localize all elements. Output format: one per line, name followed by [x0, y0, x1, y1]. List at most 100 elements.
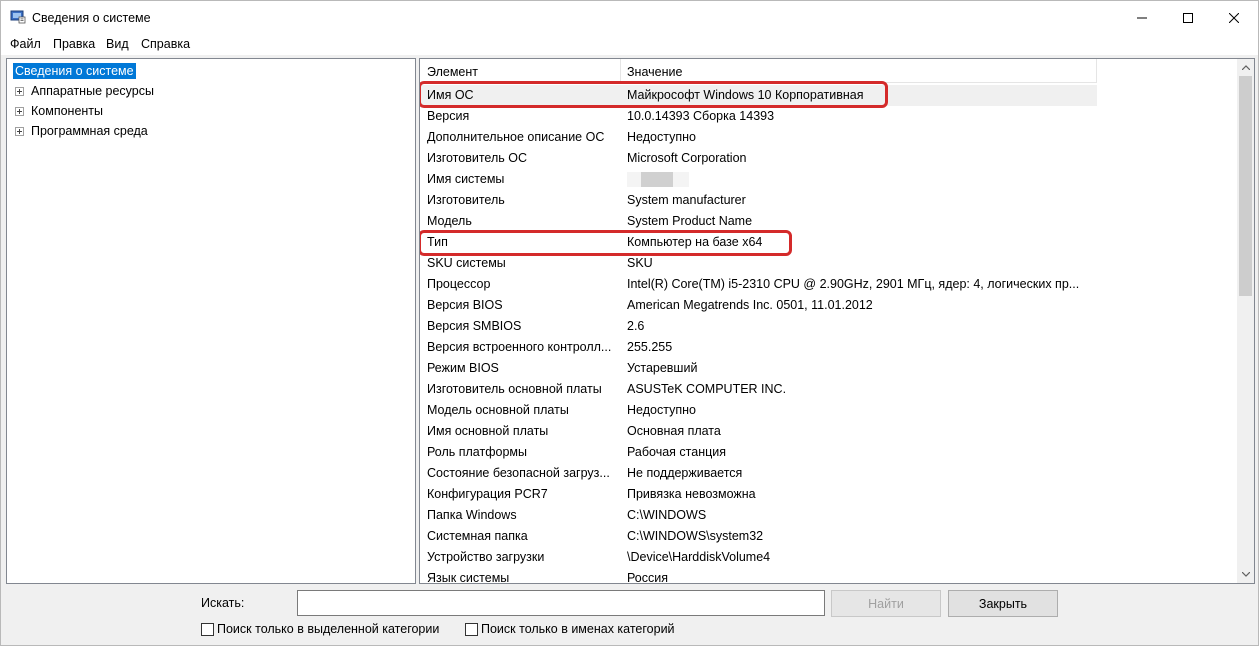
table-row[interactable]: SKU системы SKU: [420, 253, 1238, 274]
tree-item-system-summary[interactable]: Сведения о системе: [12, 62, 137, 80]
checkbox-label: Поиск только в выделенной категории: [217, 622, 440, 636]
chevron-down-icon: [1241, 572, 1250, 577]
row-name-cell: Дополнительное описание ОС: [427, 130, 605, 144]
menu-file[interactable]: Файл: [10, 37, 41, 51]
details-list[interactable]: Элемент Значение Имя ОС Майкрософт Window…: [419, 58, 1255, 584]
table-row[interactable]: Системная папка C:\WINDOWS\system32: [420, 526, 1238, 547]
row-value-cell: 2.6: [627, 319, 645, 333]
column-header-item[interactable]: Элемент: [427, 65, 478, 79]
menu-bar: Файл Правка Вид Справка: [1, 35, 1258, 55]
row-name-cell: Изготовитель: [427, 193, 505, 207]
checkbox-box[interactable]: [465, 622, 478, 636]
expand-icon[interactable]: [15, 106, 24, 116]
row-name-cell: Версия SMBIOS: [427, 319, 522, 333]
expand-icon[interactable]: [15, 126, 24, 136]
find-button[interactable]: Найти: [831, 590, 941, 617]
row-name-cell: Модель: [427, 214, 472, 228]
table-row[interactable]: Состояние безопасной загруз... Не поддерж…: [420, 463, 1238, 484]
row-value-cell: System manufacturer: [627, 193, 746, 207]
row-name-cell: Версия: [427, 109, 470, 123]
row-name-cell: Изготовитель ОС: [427, 151, 527, 165]
table-row[interactable]: Изготовитель ОС Microsoft Corporation: [420, 148, 1238, 169]
row-value-cell: Устаревший: [627, 361, 698, 375]
highlight-box-system-type: [420, 230, 792, 256]
row-value-cell: Microsoft Corporation: [627, 151, 747, 165]
close-button[interactable]: Закрыть: [948, 590, 1058, 617]
minimize-button[interactable]: [1119, 1, 1165, 35]
table-row[interactable]: Роль платформы Рабочая станция: [420, 442, 1238, 463]
row-name-cell: Процессор: [427, 277, 491, 291]
row-value-cell: Не поддерживается: [627, 466, 743, 480]
search-input[interactable]: [297, 590, 825, 616]
system-info-app-icon: [10, 10, 26, 24]
table-row[interactable]: Имя основной платы Основная плата: [420, 421, 1238, 442]
row-value-cell: 255.255: [627, 340, 673, 354]
table-row[interactable]: Имя системы: [420, 169, 1238, 190]
table-row[interactable]: Процессор Intel(R) Core(TM) i5-2310 CPU @…: [420, 274, 1238, 295]
column-divider[interactable]: [620, 59, 621, 83]
expand-icon[interactable]: [15, 86, 24, 96]
row-value-cell: Intel(R) Core(TM) i5-2310 CPU @ 2.90GHz,…: [627, 277, 1080, 291]
row-name-cell: Версия BIOS: [427, 298, 503, 312]
row-value-cell: Рабочая станция: [627, 445, 727, 459]
scroll-down-button[interactable]: [1237, 566, 1254, 583]
tree-item-hardware-resources[interactable]: Аппаратные ресурсы: [15, 83, 154, 99]
tree-item-label: Компоненты: [31, 104, 104, 118]
table-row[interactable]: Дополнительное описание ОС Недоступно: [420, 127, 1238, 148]
table-row[interactable]: Модель System Product Name: [420, 211, 1238, 232]
maximize-icon: [1183, 13, 1193, 23]
row-name-cell: Режим BIOS: [427, 361, 499, 375]
maximize-button[interactable]: [1165, 1, 1211, 35]
highlight-box-os-name: [420, 81, 888, 108]
tree-item-label: Аппаратные ресурсы: [31, 84, 154, 98]
row-name-cell: Язык системы: [427, 571, 510, 584]
row-value-cell: SKU: [627, 256, 653, 270]
table-row[interactable]: Версия встроенного контролл... 255.255: [420, 337, 1238, 358]
title-bar[interactable]: Сведения о системе: [1, 1, 1258, 35]
row-value-cell: System Product Name: [627, 214, 753, 228]
table-row[interactable]: Конфигурация PCR7 Привязка невозможна: [420, 484, 1238, 505]
checkbox-search-category-names[interactable]: Поиск только в именах категорий: [465, 622, 675, 636]
table-row[interactable]: Версия 10.0.14393 Сборка 14393: [420, 106, 1238, 127]
table-row[interactable]: Язык системы Россия: [420, 568, 1238, 584]
scroll-thumb[interactable]: [1239, 76, 1252, 296]
checkbox-search-selected-category[interactable]: Поиск только в выделенной категории: [201, 622, 439, 636]
table-row[interactable]: Изготовитель System manufacturer: [420, 190, 1238, 211]
table-row[interactable]: Версия SMBIOS 2.6: [420, 316, 1238, 337]
menu-edit[interactable]: Правка: [53, 37, 95, 51]
row-value-cell: \Device\HarddiskVolume4: [627, 550, 771, 564]
category-tree[interactable]: Сведения о системе Аппаратные ресурсы Ко…: [6, 58, 416, 584]
list-header: Элемент Значение: [420, 59, 1097, 83]
close-icon: [1229, 13, 1239, 23]
table-row[interactable]: Модель основной платы Недоступно: [420, 400, 1238, 421]
row-value-cell: C:\WINDOWS: [627, 508, 707, 522]
chevron-up-icon: [1241, 65, 1250, 70]
table-row[interactable]: Версия BIOS American Megatrends Inc. 0501…: [420, 295, 1238, 316]
column-header-value[interactable]: Значение: [627, 65, 682, 79]
row-value-cell: American Megatrends Inc. 0501, 11.01.201…: [627, 298, 873, 312]
search-label: Искать:: [201, 596, 245, 610]
vertical-scrollbar[interactable]: [1237, 59, 1254, 583]
menu-view[interactable]: Вид: [106, 37, 129, 51]
table-row[interactable]: Изготовитель основной платы ASUSTeK COMPU…: [420, 379, 1238, 400]
row-name-cell: Системная папка: [427, 529, 528, 543]
row-name-cell: Модель основной платы: [427, 403, 569, 417]
row-name-cell: Изготовитель основной платы: [427, 382, 602, 396]
row-value-cell: ASUSTeK COMPUTER INC.: [627, 382, 787, 396]
table-row[interactable]: Папка Windows C:\WINDOWS: [420, 505, 1238, 526]
checkbox-box[interactable]: [201, 622, 214, 636]
tree-item-software-environment[interactable]: Программная среда: [15, 123, 148, 139]
window-title: Сведения о системе: [32, 11, 151, 25]
close-window-button[interactable]: [1211, 1, 1257, 35]
table-row[interactable]: Режим BIOS Устаревший: [420, 358, 1238, 379]
column-divider[interactable]: [1096, 59, 1097, 83]
scroll-up-button[interactable]: [1237, 59, 1254, 76]
row-name-cell: Версия встроенного контролл...: [427, 340, 612, 354]
tree-item-components[interactable]: Компоненты: [15, 103, 103, 119]
table-row[interactable]: Устройство загрузки \Device\HarddiskVolum…: [420, 547, 1238, 568]
menu-help[interactable]: Справка: [141, 37, 190, 51]
row-value-cell: C:\WINDOWS\system32: [627, 529, 764, 543]
row-name-cell: Роль платформы: [427, 445, 527, 459]
row-value-cell: Недоступно: [627, 403, 696, 417]
row-name-cell: SKU системы: [427, 256, 506, 270]
